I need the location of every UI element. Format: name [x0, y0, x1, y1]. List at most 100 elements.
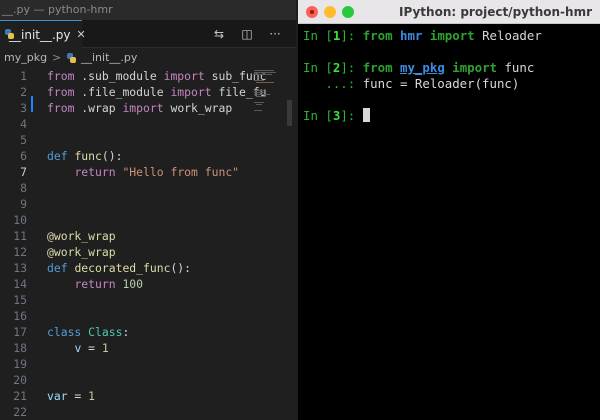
code-line[interactable]: 2 from .file_module import file_fu	[0, 84, 266, 100]
code-token: def	[47, 149, 68, 163]
code-text: def decorated_func():	[47, 260, 191, 276]
code-line[interactable]: 21 var = 1	[0, 388, 250, 404]
code-token: @work_wrap	[47, 245, 116, 259]
terminal-token: from	[362, 60, 393, 75]
line-number: 6	[20, 149, 27, 163]
code-line[interactable]: 3 from .wrap import work_wrap	[0, 100, 250, 116]
code-text: return "Hello from func"	[47, 164, 239, 180]
terminal-token: In [	[303, 28, 333, 43]
code-line[interactable]: 11 @work_wrap	[0, 228, 250, 244]
line-number: 3	[20, 101, 27, 115]
code-line[interactable]: 9	[0, 196, 250, 212]
code-text: def func():	[47, 148, 122, 164]
code-token: .sub_module	[74, 69, 164, 83]
code-token: decorated_func	[74, 261, 171, 275]
maximize-window-button[interactable]	[342, 6, 354, 18]
scrollbar[interactable]	[287, 100, 292, 126]
code-line[interactable]: 1 from .sub_module import sub_func	[0, 68, 266, 84]
terminal-token: ]:	[340, 60, 363, 75]
code-text: class Class:	[47, 324, 129, 340]
ipython-terminal-window: IPython: project/python-hmr In [1]: from…	[298, 0, 600, 420]
terminal-token: func = Reloader(func)	[362, 76, 520, 91]
code-line[interactable]: 5	[0, 132, 250, 148]
modified-line-indicator	[31, 96, 33, 112]
code-token: 1	[101, 341, 109, 355]
code-line[interactable]: 18 v = 1	[0, 340, 250, 356]
code-token: from	[47, 85, 75, 99]
terminal-token: my_pkg	[400, 60, 445, 75]
code-text: @work_wrap	[47, 228, 116, 244]
terminal-line: In [1]: from hmr import Reloader	[303, 28, 542, 44]
code-token: @work_wrap	[47, 229, 116, 243]
line-number: 22	[13, 405, 27, 419]
code-token: import	[170, 85, 212, 99]
code-line[interactable]: 4	[0, 116, 250, 132]
code-token: work_wrap	[163, 101, 233, 115]
code-token: import	[122, 101, 164, 115]
line-number: 4	[20, 117, 27, 131]
code-text: from .wrap import work_wrap	[47, 100, 232, 116]
breadcrumb-file[interactable]: __init__.py	[81, 48, 137, 68]
vscode-window: __.py — python-hmr __init__.py ✕ ⇆ ◫ ···…	[0, 0, 296, 420]
line-number: 14	[13, 277, 27, 291]
code-line[interactable]: 22	[0, 404, 250, 420]
code-line[interactable]: 12 @work_wrap	[0, 244, 250, 260]
split-editor-icon[interactable]: ◫	[239, 26, 255, 42]
code-text: return 100	[47, 276, 143, 292]
code-line[interactable]: 6 def func():	[0, 148, 250, 164]
code-line[interactable]: 14 return 100	[0, 276, 250, 292]
line-number: 20	[13, 373, 27, 387]
terminal-titlebar: IPython: project/python-hmr	[298, 0, 600, 24]
code-token: =	[67, 389, 89, 403]
compare-changes-icon[interactable]: ⇆	[211, 26, 227, 42]
more-actions-icon[interactable]: ···	[267, 26, 283, 42]
python-file-icon	[66, 53, 77, 64]
code-line[interactable]: 13 def decorated_func():	[0, 260, 250, 276]
terminal-token: In [	[303, 108, 333, 123]
tab-init-py[interactable]: __init__.py ✕	[0, 20, 86, 48]
line-number: 21	[13, 389, 27, 403]
code-line[interactable]: 20	[0, 372, 250, 388]
code-token: .wrap	[74, 101, 123, 115]
tab-close-icon[interactable]: ✕	[77, 28, 86, 41]
terminal-output[interactable]: In [1]: from hmr import Reloader In [2]: …	[298, 24, 600, 420]
minimize-window-button[interactable]	[324, 6, 336, 18]
code-line[interactable]: 16	[0, 308, 250, 324]
line-number: 13	[13, 261, 27, 275]
minimap[interactable]	[252, 68, 286, 128]
code-line[interactable]: 19	[0, 356, 250, 372]
line-number: 18	[13, 341, 27, 355]
terminal-token: func	[497, 60, 535, 75]
line-number: 2	[20, 85, 27, 99]
close-window-button[interactable]	[306, 6, 318, 18]
terminal-token: import	[429, 28, 475, 43]
code-token: .file_module	[74, 85, 171, 99]
code-token: :	[122, 325, 130, 339]
line-number: 17	[13, 325, 27, 339]
code-token: ():	[170, 261, 192, 275]
terminal-token: import	[452, 60, 498, 75]
code-token: from	[47, 101, 75, 115]
code-token: 100	[122, 277, 144, 291]
code-token: ():	[101, 149, 123, 163]
breadcrumb-package[interactable]: my_pkg	[4, 48, 47, 68]
code-line[interactable]: 15	[0, 292, 250, 308]
code-text: @work_wrap	[47, 244, 116, 260]
code-line[interactable]: 10	[0, 212, 250, 228]
code-token: func	[74, 149, 102, 163]
code-line[interactable]: 8	[0, 180, 250, 196]
code-line[interactable]: 7 return "Hello from func"	[0, 164, 250, 180]
line-number: 12	[13, 245, 27, 259]
breadcrumb: my_pkg > __init__.py	[0, 48, 296, 68]
tab-label: __init__.py	[9, 27, 71, 42]
terminal-line: In [3]:	[303, 108, 370, 124]
line-number: 7	[20, 165, 27, 179]
line-number: 19	[13, 357, 27, 371]
code-line[interactable]: 17 class Class:	[0, 324, 250, 340]
